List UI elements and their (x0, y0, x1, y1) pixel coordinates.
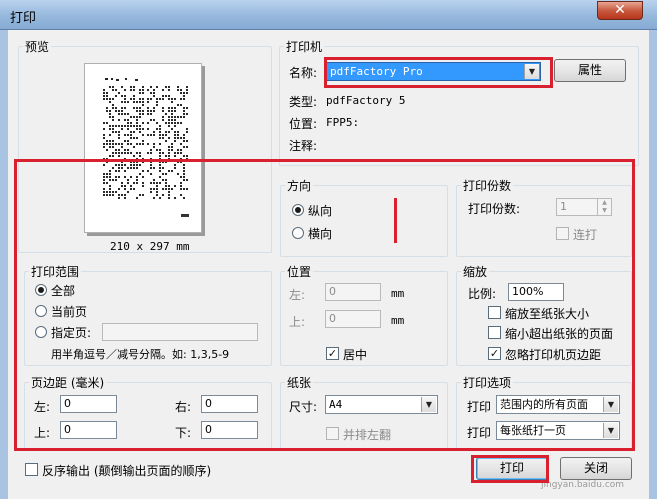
title-bar[interactable]: 打印 ✕ (0, 0, 657, 30)
printer-comment-label: 注释: (289, 139, 318, 153)
printer-type-value: pdfFactory 5 (326, 94, 406, 107)
settings-highlight (14, 159, 635, 451)
printer-location-value: FPP5: (326, 116, 360, 129)
reverse-order-checkbox[interactable] (25, 463, 38, 476)
window-frame-left (0, 30, 8, 499)
printer-group-label: 打印机 (286, 40, 323, 54)
print-button-highlight (471, 455, 549, 483)
close-button[interactable]: 关闭 (560, 457, 632, 480)
preview-group-label: 预览 (25, 40, 50, 54)
window-title: 打印 (10, 11, 37, 26)
window-frame-right (649, 30, 657, 499)
watermark: jingyan.baidu.com (541, 480, 625, 490)
printer-type-label: 类型: (289, 95, 318, 109)
close-icon[interactable]: ✕ (597, 1, 643, 20)
properties-button[interactable]: 属性 (554, 59, 626, 82)
reverse-order-label: 反序输出 (颠倒输出页面的顺序) (42, 464, 212, 478)
printer-name-label: 名称: (289, 66, 318, 80)
printer-name-highlight (324, 57, 553, 88)
dialog-body: 预览 210 x 297 mm 打印机 名称: pdfFactory Pro ▼… (8, 30, 649, 499)
printer-location-label: 位置: (289, 117, 318, 131)
